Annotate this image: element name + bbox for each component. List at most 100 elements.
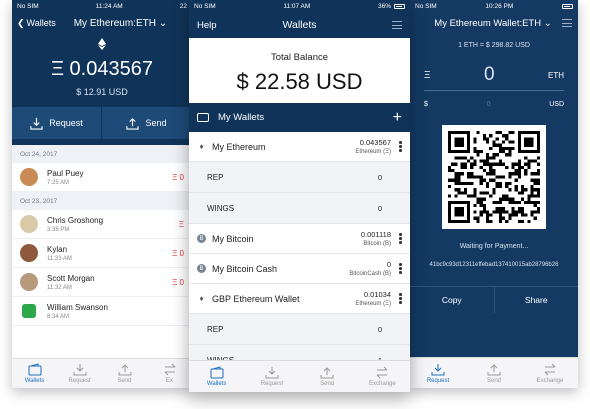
qr-code	[442, 125, 546, 229]
more-options-icon[interactable]	[399, 293, 402, 304]
transaction-time: 7:25 AM	[47, 179, 70, 186]
ethereum-symbol: Ξ	[424, 69, 431, 81]
battery-icon	[562, 3, 573, 9]
more-options-icon[interactable]	[399, 233, 402, 244]
wallet-row[interactable]: B My Bitcoin 0.001118 Bitcoin (B)	[189, 224, 410, 254]
status-bar: No SIM 11:07 AM 36%	[189, 0, 410, 12]
upload-icon	[118, 364, 131, 376]
wallet-title: My Ethereum:ETH	[73, 17, 156, 29]
upload-icon	[126, 117, 140, 130]
wallet-header: No SIM 11:24 AM 22 ❮ Wallets My Ethereum…	[12, 0, 192, 145]
upload-icon	[320, 367, 334, 379]
wallet-address[interactable]: 41bc9c93d12311effebad137410015ab28796b26	[410, 262, 578, 268]
wallet-name: REP	[207, 324, 224, 334]
bitcoin-icon: B	[197, 234, 206, 243]
wallet-currency: Ethereum (Ξ)	[355, 301, 391, 307]
wallet-selector[interactable]: My Ethereum Wallet:ETH ⌄	[434, 18, 551, 29]
token-row[interactable]: WINGS 0	[189, 193, 410, 224]
tab-exchange[interactable]: Ex	[147, 359, 192, 388]
wallet-amount: 0.01034	[363, 290, 391, 299]
fiat-amount-field[interactable]: $ 0 USD	[410, 101, 578, 108]
status-battery: 22	[179, 2, 187, 10]
transaction-row[interactable]: Chris Groshong 3:38 PM Ξ	[12, 210, 192, 239]
tab-wallets[interactable]: Wallets	[189, 361, 244, 392]
wallet-amount: 0	[377, 203, 382, 213]
tab-send[interactable]: Send	[466, 358, 522, 388]
download-icon	[73, 364, 86, 376]
transaction-row[interactable]: William Swanson 8:34 AM	[12, 297, 192, 326]
upload-icon	[487, 363, 501, 375]
transaction-time: 11:32 AM	[47, 284, 72, 291]
ethereum-icon: ♦	[199, 294, 204, 303]
token-row[interactable]: REP 0	[189, 162, 410, 193]
menu-icon[interactable]	[392, 21, 402, 29]
crypto-unit: ETH	[547, 70, 564, 80]
request-button[interactable]: Request	[12, 107, 101, 139]
share-button[interactable]: Share	[495, 287, 579, 313]
send-label: Send	[145, 118, 167, 128]
fiat-amount-value: 0	[486, 101, 491, 108]
date-header: Oct 24, 2017	[12, 145, 192, 163]
exchange-icon	[377, 366, 388, 379]
tab-label: Request	[260, 381, 284, 387]
wallet-icon	[28, 363, 41, 376]
download-icon	[431, 363, 445, 375]
help-button[interactable]: Help	[197, 20, 217, 31]
tab-wallets[interactable]: Wallets	[12, 359, 57, 388]
send-button[interactable]: Send	[102, 107, 191, 139]
wallet-row[interactable]: ♦ GBP Ethereum Wallet 0.01034 Ethereum (Ξ)	[189, 284, 410, 314]
transaction-row[interactable]: Paul Puey 7:25 AM Ξ 0	[12, 163, 192, 192]
wallet-currency: BitcoinCash (B)	[349, 271, 391, 277]
exchange-icon	[164, 363, 175, 376]
tab-send[interactable]: Send	[300, 361, 355, 392]
wallet-selector[interactable]: My Ethereum:ETH ⌄	[74, 18, 167, 29]
tab-request[interactable]: Request	[57, 359, 102, 388]
wallet-row[interactable]: ♦ My Ethereum 0.043567 Ethereum (Ξ)	[189, 132, 410, 162]
more-options-icon[interactable]	[399, 263, 402, 274]
copy-button[interactable]: Copy	[410, 287, 495, 313]
transaction-row[interactable]: Kylan 11:33 AM Ξ 0	[12, 239, 192, 268]
tab-bar: Request Send Exchange	[410, 357, 578, 388]
tab-exchange[interactable]: Exchange	[522, 358, 578, 388]
back-button[interactable]: ❮ Wallets	[17, 18, 56, 29]
nav-bar: Help Wallets	[189, 12, 410, 38]
page-title: Wallets	[282, 19, 317, 31]
more-options-icon[interactable]	[399, 141, 402, 152]
tab-label: Wallets	[24, 378, 45, 384]
transaction-time: 8:34 AM	[47, 313, 70, 320]
total-balance-label: Total Balance	[270, 52, 329, 63]
ethereum-icon	[12, 38, 192, 52]
transaction-name: William Swanson	[47, 302, 108, 312]
total-balance-card[interactable]: Total Balance $ 22.58 USD	[189, 38, 410, 103]
right-phone-screen: No SIM 10:26 PM My Ethereum Wallet:ETH ⌄…	[410, 0, 578, 388]
token-row[interactable]: REP 0	[189, 314, 410, 345]
exchange-icon	[544, 363, 556, 375]
chevron-down-icon: ⌄	[543, 17, 552, 29]
status-time: 11:07 AM	[283, 2, 311, 10]
crypto-amount-field[interactable]: Ξ 0 ETH	[410, 64, 578, 86]
wallet-name: My Bitcoin	[212, 233, 254, 244]
wallet-title: My Ethereum Wallet:ETH	[434, 17, 542, 29]
tab-send[interactable]: Send	[102, 359, 147, 388]
tab-exchange[interactable]: Exchange	[355, 361, 410, 392]
tab-request[interactable]: Request	[244, 361, 299, 392]
status-carrier: No SIM	[17, 2, 39, 10]
payment-status: Waiting for Payment...	[459, 243, 529, 250]
tab-request[interactable]: Request	[410, 358, 466, 388]
wallet-amount: 0.043567	[359, 138, 391, 147]
qr-code-image	[448, 131, 540, 223]
avatar	[20, 273, 38, 291]
fiat-unit: USD	[549, 101, 564, 108]
status-carrier: No SIM	[415, 2, 437, 10]
tab-label: Wallets	[206, 381, 227, 387]
request-label: Request	[49, 118, 83, 128]
status-carrier: No SIM	[194, 2, 216, 10]
transaction-row[interactable]: Scott Morgan 11:32 AM Ξ 0	[12, 268, 192, 297]
tab-label: Request	[68, 378, 91, 384]
chevron-left-icon: ❮	[17, 17, 25, 28]
nav-bar: My Ethereum Wallet:ETH ⌄	[410, 12, 578, 34]
wallet-row[interactable]: B My Bitcoin Cash 0 BitcoinCash (B)	[189, 254, 410, 284]
menu-icon[interactable]	[561, 19, 572, 27]
status-bar: No SIM 11:24 AM 22	[12, 0, 192, 12]
add-wallet-button[interactable]: +	[393, 109, 402, 126]
